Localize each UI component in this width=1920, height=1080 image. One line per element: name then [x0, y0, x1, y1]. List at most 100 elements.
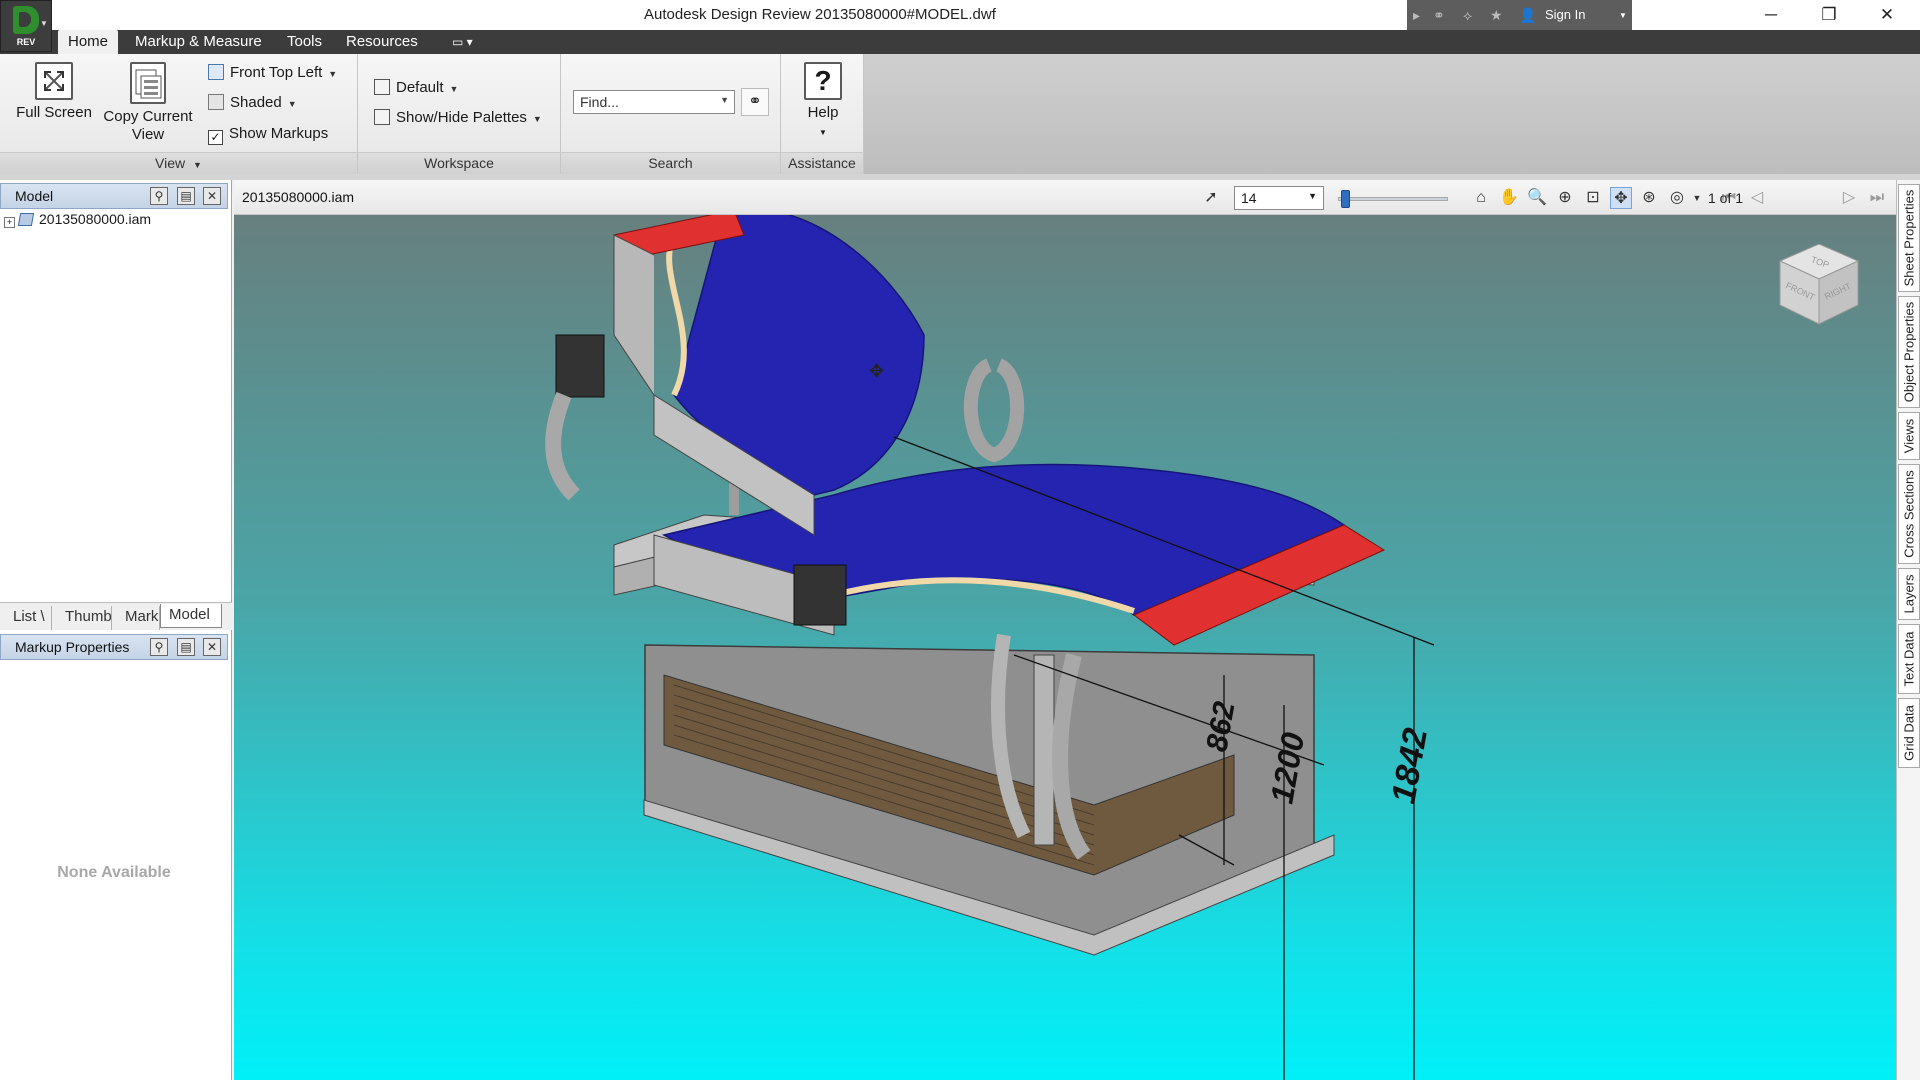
tab-list[interactable]: List \ [0, 606, 52, 630]
dock-icon[interactable]: ▤ [177, 638, 195, 656]
satellite-icon[interactable]: ⟡ [1463, 7, 1479, 23]
chevron-down-icon: ▼ [40, 19, 48, 28]
tab-views[interactable]: Views [1898, 412, 1920, 460]
page-indicator: 1 of 1 [1708, 190, 1744, 206]
default-label: Default [396, 79, 444, 96]
checkmark-icon: ✓ [208, 130, 223, 145]
star-icon[interactable]: ★ [1490, 7, 1506, 23]
markup-properties-title: Markup Properties [15, 639, 130, 655]
pan-hand-icon[interactable]: ✋ [1498, 187, 1520, 209]
copy-current-view-button[interactable]: Copy Current View [100, 62, 196, 144]
walk-icon[interactable]: ◎ [1666, 187, 1688, 209]
find-input[interactable]: Find... ▼ [573, 90, 735, 114]
zoom-slider-handle[interactable] [1341, 190, 1350, 208]
chevron-down-icon[interactable]: ▼ [1619, 11, 1627, 20]
left-palette-tabs: List \ Thumb Mark Model [0, 602, 232, 630]
close-icon[interactable]: ✕ [203, 638, 221, 656]
application-menu-button[interactable]: ▼ REV [0, 0, 52, 52]
show-markups-label: Show Markups [229, 125, 329, 142]
tab-cross-sections[interactable]: Cross Sections [1898, 464, 1920, 564]
tab-grid-data-label: Grid Data [1901, 705, 1917, 761]
tab-views-label: Views [1901, 418, 1917, 454]
shaded-button[interactable]: Shaded ▼ [208, 93, 297, 113]
assistance-panel-title: Assistance [781, 152, 863, 174]
default-workspace-button[interactable]: Default ▼ [374, 78, 458, 98]
chevron-down-icon[interactable]: ▼ [1686, 187, 1708, 209]
help-icon: ? [804, 62, 842, 100]
dock-icon[interactable]: ▤ [177, 187, 195, 205]
fit-to-window-icon[interactable]: ⊡ [1582, 187, 1604, 209]
zoom-rectangle-icon[interactable]: ⊕ [1554, 187, 1576, 209]
full-screen-button[interactable]: Full Screen [14, 62, 94, 122]
quick-access-icon[interactable]: ▭ ▾ [452, 35, 473, 49]
tab-sheet-properties[interactable]: Sheet Properties [1898, 184, 1920, 292]
restore-button[interactable]: ❐ [1806, 0, 1852, 30]
tab-object-properties[interactable]: Object Properties [1898, 296, 1920, 408]
previous-page-icon[interactable]: ◁ [1746, 187, 1768, 209]
close-button[interactable]: ✕ [1864, 0, 1910, 30]
home-icon[interactable]: ⌂ [1470, 187, 1492, 209]
play-icon[interactable]: ▸ [1413, 7, 1429, 23]
tree-item-label: 20135080000.iam [39, 211, 152, 227]
menu-tabs: Home Markup & Measure Tools Resources ▭ … [0, 30, 1920, 54]
show-markups-checkbox[interactable]: ✓ Show Markups [208, 124, 329, 145]
tab-layers[interactable]: Layers [1898, 568, 1920, 620]
cable-chain-right [963, 358, 1025, 463]
show-hide-palettes-button[interactable]: Show/Hide Palettes ▼ [374, 108, 542, 128]
left-palettes: Model ⚲ ▤ ✕ +20135080000.iam List \ Thum… [0, 180, 232, 1080]
sign-in-area[interactable]: ▸ ⚭ ⟡ ★ 👤 Sign In ▼ [1407, 0, 1632, 30]
next-page-icon[interactable]: ▷ [1838, 187, 1860, 209]
zoom-slider[interactable] [1338, 190, 1448, 208]
chevron-down-icon: ▼ [287, 99, 297, 109]
tab-grid-data[interactable]: Grid Data [1898, 698, 1920, 768]
ribbon: Full Screen Copy Current View Front Top … [0, 54, 1920, 174]
tab-tools[interactable]: Tools [287, 33, 322, 50]
front-top-left-button[interactable]: Front Top Left ▼ [208, 63, 337, 83]
window-title: Autodesk Design Review 20135080000#MODEL… [644, 6, 996, 23]
help-button[interactable]: ? Help ▼ [799, 62, 847, 142]
tab-markups[interactable]: Mark [112, 606, 160, 630]
pin-icon[interactable]: ⚲ [150, 638, 168, 656]
tree-item-root[interactable]: +20135080000.iam [4, 211, 151, 228]
pin-icon[interactable]: ⚲ [150, 187, 168, 205]
view-panel-title[interactable]: View ▼ [0, 152, 357, 174]
zoom-select[interactable]: 14 ▼ [1234, 186, 1324, 210]
show-hide-palettes-label: Show/Hide Palettes [396, 109, 527, 126]
none-available-text: None Available [57, 864, 171, 881]
zoom-value: 14 [1241, 190, 1257, 206]
dimension-1842: 1842 [1384, 725, 1435, 806]
palettes-icon [374, 109, 390, 125]
close-icon[interactable]: ✕ [203, 187, 221, 205]
binoculars-search-button[interactable]: ⚭ [741, 88, 769, 116]
tab-sheet-properties-label: Sheet Properties [1901, 189, 1917, 287]
app-badge: REV [16, 37, 36, 47]
tab-text-data[interactable]: Text Data [1898, 624, 1920, 694]
binoculars-icon[interactable]: ⚭ [1433, 7, 1449, 23]
title-bar: Autodesk Design Review 20135080000#MODEL… [0, 0, 1920, 30]
turntable-icon[interactable]: ⊛ [1638, 187, 1660, 209]
chevron-down-icon[interactable]: ▼ [720, 95, 729, 105]
select-arrow-icon[interactable]: ➚ [1200, 187, 1222, 209]
zoom-icon[interactable]: 🔍 [1526, 187, 1548, 209]
chevron-down-icon: ▼ [819, 128, 827, 137]
upper-inner-guide [666, 233, 687, 397]
tab-model[interactable]: Model [160, 604, 222, 628]
document-name: 20135080000.iam [242, 189, 355, 205]
orbit-icon[interactable]: ✥ [1610, 187, 1632, 209]
tab-markup-measure[interactable]: Markup & Measure [135, 33, 262, 50]
expand-icon[interactable]: + [4, 217, 15, 228]
minimize-button[interactable]: ─ [1748, 0, 1794, 30]
3d-viewport[interactable]: 1842 1200 862 ✥ TOP FRONT RIGHT [234, 207, 1896, 1080]
full-screen-icon [35, 62, 73, 100]
last-page-icon[interactable]: ⏭ [1866, 187, 1888, 209]
tab-resources[interactable]: Resources [346, 33, 418, 50]
viewcube[interactable]: TOP FRONT RIGHT [1774, 239, 1864, 329]
copy-current-view-label-1: Copy Current [103, 108, 193, 125]
assembly-icon [17, 213, 35, 226]
tab-thumbnails[interactable]: Thumb [52, 606, 112, 630]
tab-home[interactable]: Home [58, 30, 119, 54]
design-review-window: Autodesk Design Review 20135080000#MODEL… [0, 0, 1920, 1080]
sign-in-label[interactable]: Sign In [1545, 7, 1585, 22]
right-palette-tabs: Sheet Properties Object Properties Views… [1896, 180, 1920, 1080]
tab-object-properties-label: Object Properties [1901, 301, 1917, 403]
